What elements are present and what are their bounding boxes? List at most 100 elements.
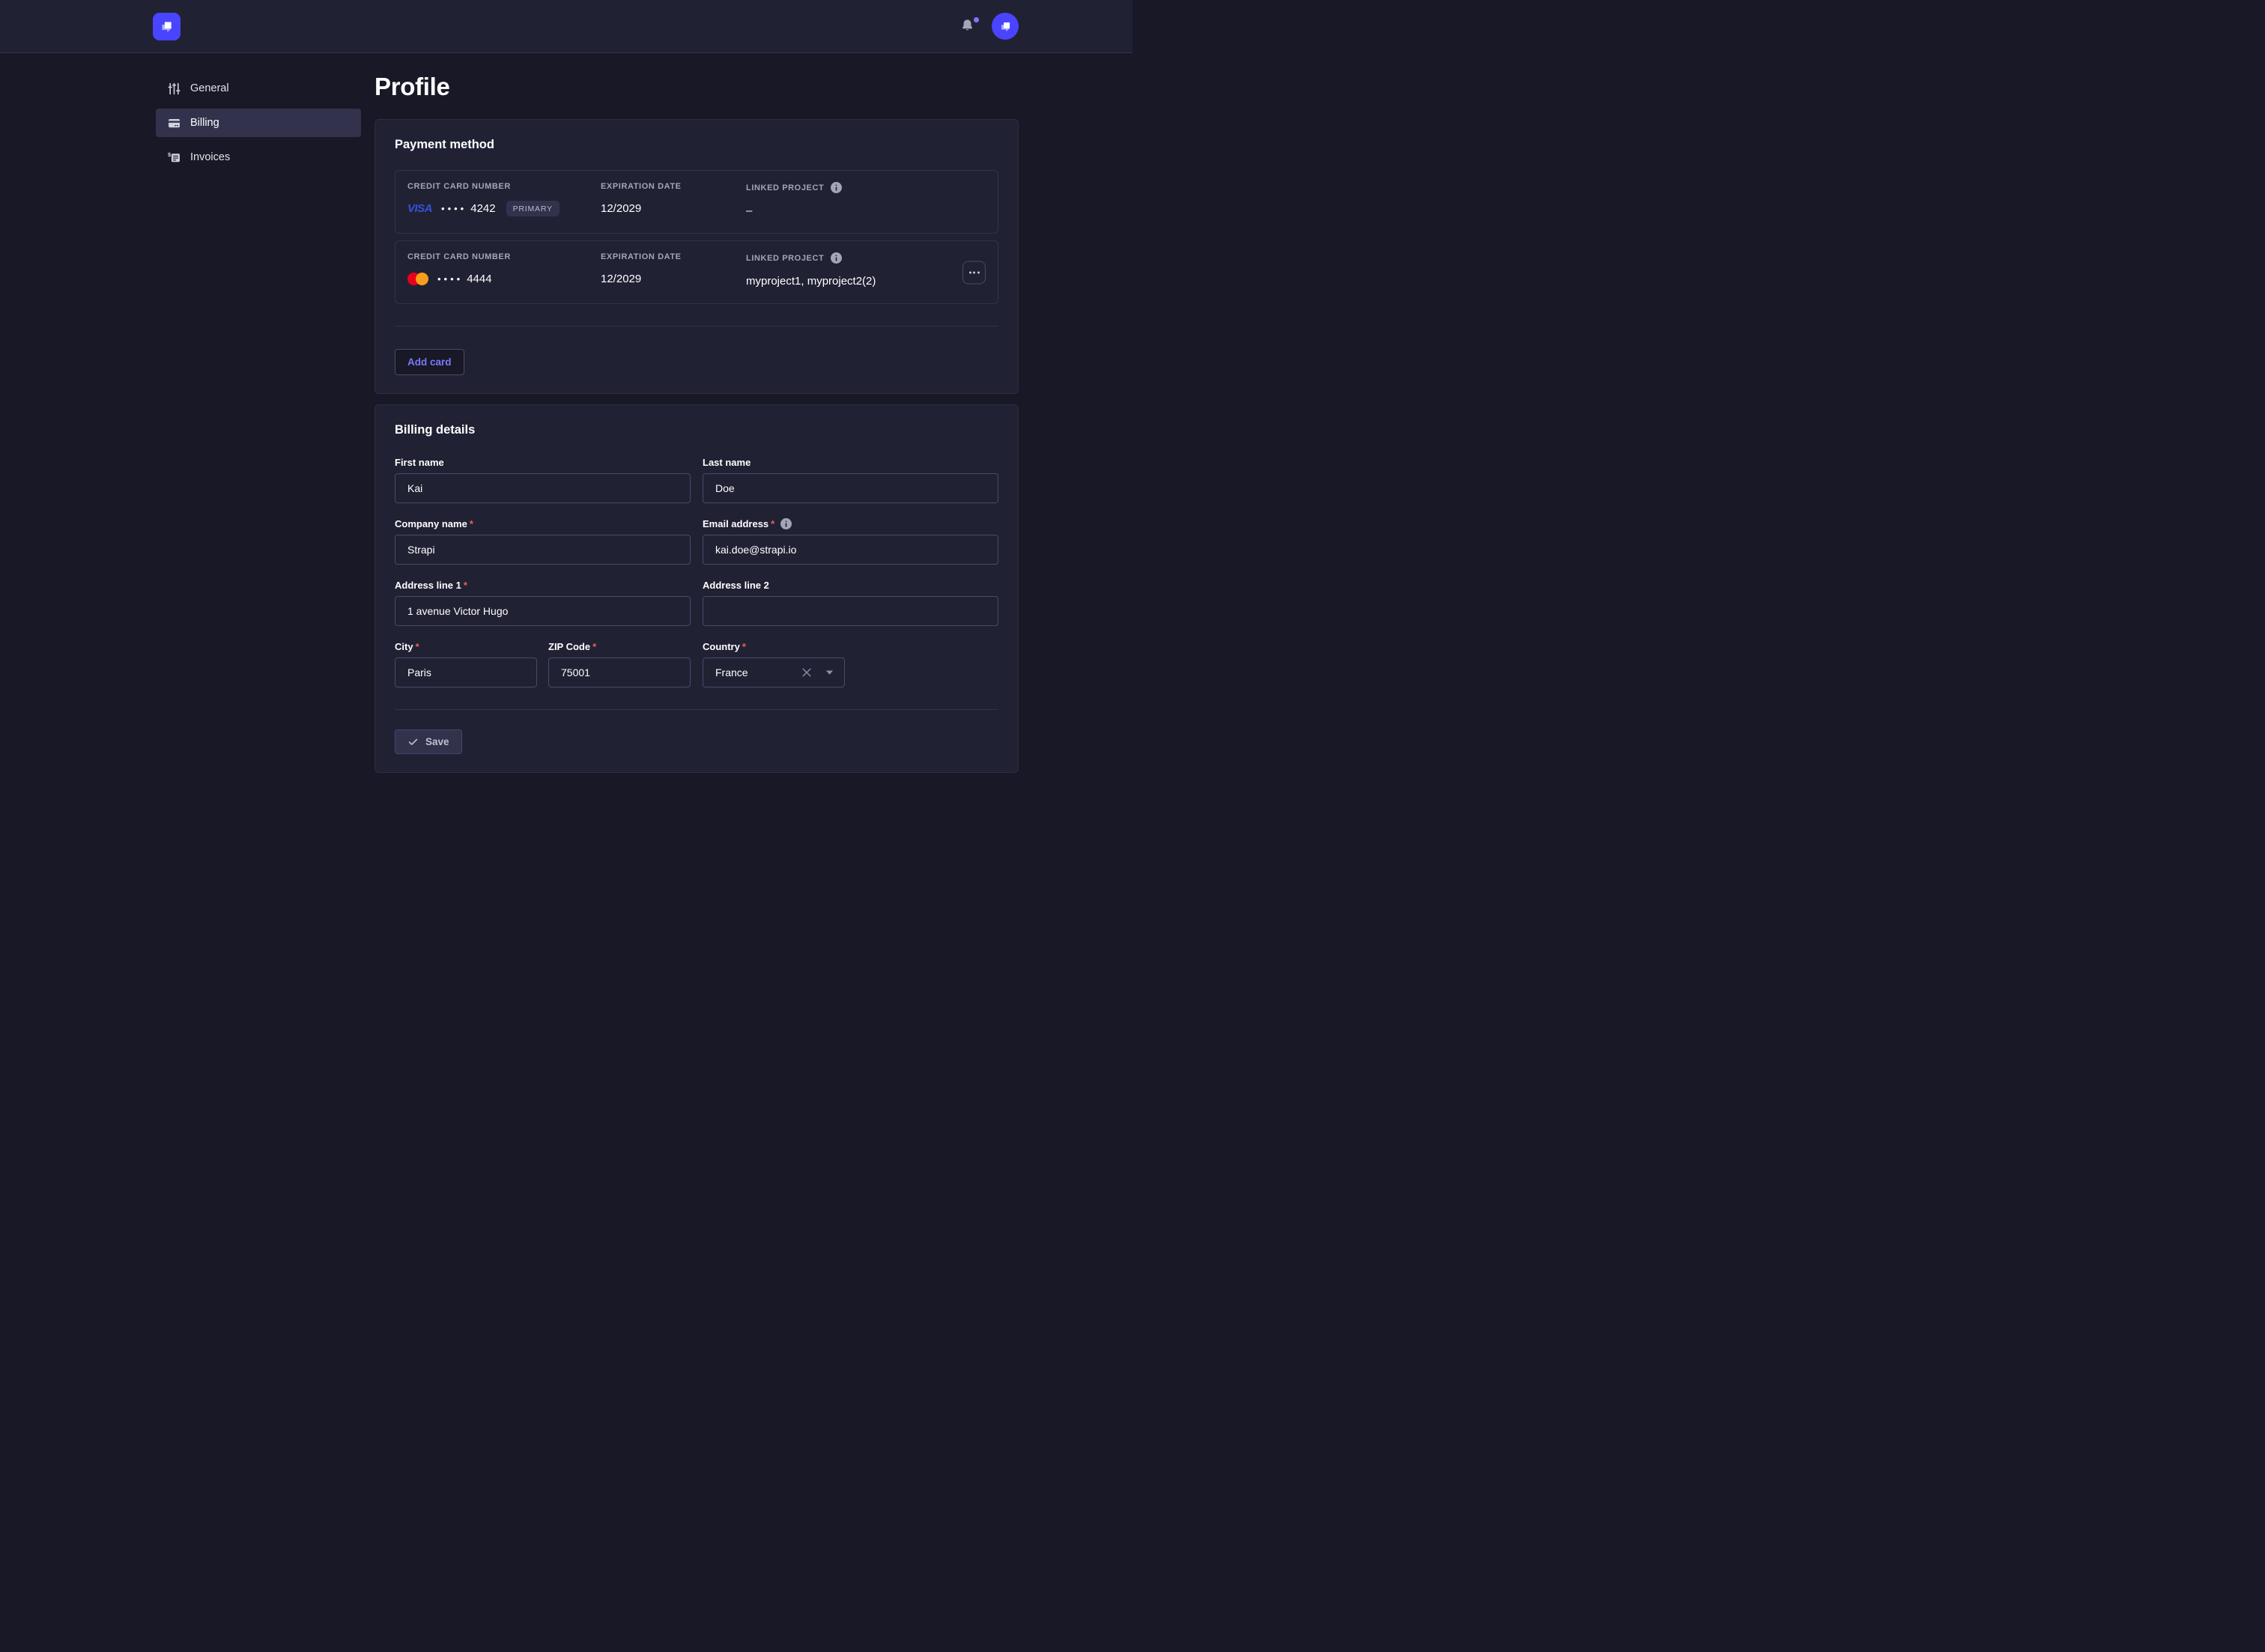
company-name-input[interactable] <box>395 535 691 565</box>
credit-card-number-value: VISA •••• 4242 PRIMARY <box>407 200 601 216</box>
address-line1-field: Address line 1 * <box>395 580 691 626</box>
strapi-logo[interactable] <box>153 13 181 40</box>
invoice-icon: $ <box>168 151 181 164</box>
sidebar-item-label: Billing <box>190 117 219 129</box>
billing-divider <box>395 709 998 710</box>
email-input[interactable] <box>703 535 998 565</box>
company-name-label-text: Company name <box>395 518 467 529</box>
card-actions-menu-button[interactable] <box>962 261 986 284</box>
clear-country-button[interactable] <box>800 666 813 679</box>
country-label: Country * <box>703 641 845 652</box>
expiration-label: EXPIRATION DATE <box>601 252 746 261</box>
save-button[interactable]: Save <box>395 729 462 754</box>
required-asterisk: * <box>464 580 467 591</box>
email-label-text: Email address <box>703 518 768 529</box>
expiration-col: EXPIRATION DATE 12/2029 <box>601 182 746 219</box>
page-body: General Billing $ Invo <box>0 53 1132 773</box>
city-input[interactable] <box>395 658 537 687</box>
billing-details-card: Billing details First name Last name <box>375 404 1019 773</box>
linked-project-col: LINKED PROJECT – <box>746 182 986 219</box>
credit-card-number-col: CREDIT CARD NUMBER •••• 4444 <box>407 252 601 289</box>
topbar-actions <box>960 13 1019 40</box>
address-line1-label-text: Address line 1 <box>395 580 461 591</box>
sliders-icon <box>168 82 181 95</box>
app-root: General Billing $ Invo <box>0 0 1132 826</box>
first-name-input[interactable] <box>395 473 691 503</box>
zip-code-label: ZIP Code * <box>548 641 691 652</box>
billing-details-title: Billing details <box>395 423 998 437</box>
country-label-text: Country <box>703 641 740 652</box>
linked-project-col: LINKED PROJECT myproject1, myproject2(2) <box>746 252 986 289</box>
linked-project-value: – <box>746 202 986 219</box>
credit-card-number-col: CREDIT CARD NUMBER VISA •••• 4242 PRIMAR… <box>407 182 601 219</box>
address-line2-input[interactable] <box>703 596 998 626</box>
close-icon <box>801 667 812 678</box>
sidebar-item-billing[interactable]: Billing <box>156 109 361 137</box>
credit-card-number-label: CREDIT CARD NUMBER <box>407 182 601 191</box>
page-title: Profile <box>375 73 1019 101</box>
linked-project-label-text: LINKED PROJECT <box>746 254 824 263</box>
chevron-down-icon <box>825 669 834 675</box>
svg-text:$: $ <box>168 151 172 158</box>
address-line2-label: Address line 2 <box>703 580 998 591</box>
address-line1-input[interactable] <box>395 596 691 626</box>
sidebar-item-invoices[interactable]: $ Invoices <box>156 143 361 171</box>
credit-card-row-mastercard: CREDIT CARD NUMBER •••• 4444 EXPIRATION … <box>395 240 998 304</box>
sidebar-item-label: Invoices <box>190 151 230 163</box>
country-field: Country * France <box>703 641 845 687</box>
info-icon[interactable] <box>831 252 842 264</box>
linked-project-label: LINKED PROJECT <box>746 252 986 264</box>
zip-code-input[interactable] <box>548 658 691 687</box>
sidebar-item-general[interactable]: General <box>156 74 361 103</box>
address-line2-label-text: Address line 2 <box>703 580 769 591</box>
main-content: Profile Payment method CREDIT CARD NUMBE… <box>375 53 1019 773</box>
city-zip-row: City * ZIP Code * <box>395 641 691 687</box>
zip-code-field: ZIP Code * <box>548 641 691 687</box>
payment-divider <box>395 326 998 327</box>
card-last4: 4242 <box>470 202 495 215</box>
credit-card-number-label: CREDIT CARD NUMBER <box>407 252 601 261</box>
city-field: City * <box>395 641 537 687</box>
expiration-value: 12/2029 <box>601 270 746 287</box>
last-name-label: Last name <box>703 457 998 468</box>
last-name-label-text: Last name <box>703 457 751 468</box>
payment-method-title: Payment method <box>395 138 998 152</box>
expiration-value: 12/2029 <box>601 200 746 216</box>
credit-card-number-value: •••• 4444 <box>407 270 601 287</box>
last-name-field: Last name <box>703 457 998 503</box>
more-horizontal-icon <box>969 271 971 273</box>
required-asterisk: * <box>742 641 746 652</box>
info-icon[interactable] <box>831 182 842 193</box>
notifications-button[interactable] <box>960 18 975 34</box>
first-name-label-text: First name <box>395 457 444 468</box>
email-label: Email address * <box>703 518 998 529</box>
avatar-strapi-icon <box>998 19 1013 34</box>
credit-card-icon <box>168 117 181 130</box>
sidebar-item-label: General <box>190 82 229 94</box>
email-field: Email address * <box>703 518 998 565</box>
strapi-logo-icon <box>159 19 175 34</box>
masked-digits: •••• <box>441 204 467 213</box>
info-icon[interactable] <box>780 518 792 529</box>
topbar <box>0 0 1132 53</box>
primary-badge: PRIMARY <box>506 201 560 216</box>
user-avatar[interactable] <box>992 13 1019 40</box>
add-card-button[interactable]: Add card <box>395 349 464 375</box>
linked-project-value: myproject1, myproject2(2) <box>746 273 986 289</box>
visa-logo: VISA <box>407 202 432 215</box>
settings-sidebar: General Billing $ Invo <box>156 53 361 773</box>
city-label: City * <box>395 641 537 652</box>
billing-form: First name Last name Company name <box>395 457 998 687</box>
first-name-field: First name <box>395 457 691 503</box>
payment-method-card: Payment method CREDIT CARD NUMBER VISA •… <box>375 119 1019 394</box>
last-name-input[interactable] <box>703 473 998 503</box>
zip-code-label-text: ZIP Code <box>548 641 590 652</box>
save-button-label: Save <box>425 736 449 747</box>
required-asterisk: * <box>416 641 419 652</box>
credit-card-row-visa: CREDIT CARD NUMBER VISA •••• 4242 PRIMAR… <box>395 170 998 234</box>
company-name-label: Company name * <box>395 518 691 529</box>
country-select[interactable]: France <box>703 658 845 687</box>
country-dropdown-toggle[interactable] <box>824 668 835 677</box>
country-value: France <box>715 666 800 678</box>
mastercard-logo <box>407 273 428 285</box>
